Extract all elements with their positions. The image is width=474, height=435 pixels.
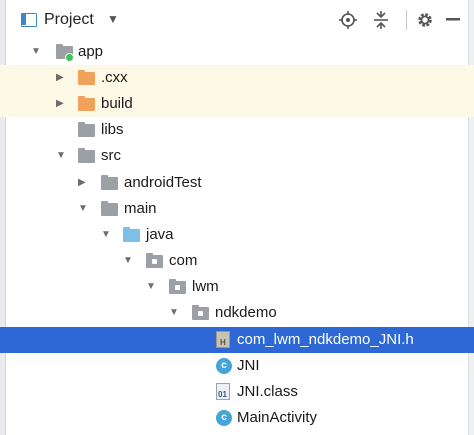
tree-item-label: JNI.class: [237, 383, 298, 400]
chevron-right-icon[interactable]: ▶: [56, 71, 68, 85]
folder-icon: [101, 201, 118, 216]
hide-icon[interactable]: [442, 9, 464, 31]
tree-item-com-lwm-ndkdemo-jni-h[interactable]: Hcom_lwm_ndkdemo_JNI.h: [0, 327, 474, 353]
class-icon: c: [216, 358, 232, 374]
chevron-down-icon[interactable]: ▼: [56, 149, 68, 163]
chevron-down-icon[interactable]: ▼: [31, 45, 43, 59]
project-toolbar: Project ▼: [6, 0, 468, 40]
package-icon: [192, 305, 209, 320]
class-file-icon: 01: [216, 383, 230, 400]
gear-icon[interactable]: [414, 9, 436, 31]
chevron-down-icon[interactable]: ▼: [123, 254, 135, 268]
chevron-down-icon[interactable]: ▼: [146, 280, 158, 294]
tree-item-label: ndkdemo: [215, 304, 277, 321]
chevron-down-icon[interactable]: ▼: [107, 12, 119, 26]
tree-item-ndkdemo[interactable]: ▼ ndkdemo: [0, 300, 474, 326]
class-icon: c: [216, 410, 232, 426]
tree-item-label: com_lwm_ndkdemo_JNI.h: [237, 331, 414, 348]
folder-icon: [78, 148, 95, 163]
locate-icon[interactable]: [337, 9, 359, 31]
toolbar-separator: [406, 10, 407, 30]
tree-item-label: build: [101, 95, 133, 112]
chevron-down-icon[interactable]: ▼: [101, 228, 113, 242]
tree-item-label: java: [146, 226, 174, 243]
orange-folder-icon: [78, 70, 95, 85]
tree-item-label: src: [101, 147, 121, 164]
tree-item-label: androidTest: [124, 174, 202, 191]
tree-item-java[interactable]: ▼ java: [0, 222, 474, 248]
folder-icon: [78, 122, 95, 137]
chevron-right-icon[interactable]: ▶: [56, 97, 68, 111]
package-icon: [169, 279, 186, 294]
tree-item-cxx[interactable]: ▶ .cxx: [0, 65, 474, 91]
chevron-down-icon[interactable]: ▼: [78, 202, 90, 216]
tree-item-jni-class[interactable]: 01 JNI.class: [0, 379, 474, 405]
project-window-icon: [21, 13, 37, 27]
header-file-icon: H: [216, 331, 230, 348]
tree-item-com[interactable]: ▼ com: [0, 248, 474, 274]
tree-item-label: .cxx: [101, 69, 128, 86]
source-folder-icon: [123, 227, 140, 242]
collapse-all-icon[interactable]: [370, 9, 392, 31]
tree-item-label: MainActivity: [237, 409, 318, 426]
tree-item-main[interactable]: ▼ main: [0, 196, 474, 222]
tree-item-lwm[interactable]: ▼ lwm: [0, 274, 474, 300]
tree-item-label: com: [169, 252, 198, 269]
tree-item-label: libs: [101, 121, 124, 138]
tree-item-label: app: [78, 43, 104, 60]
tree-item-androidtest[interactable]: ▶ androidTest: [0, 170, 474, 196]
tree-item-src[interactable]: ▼ src: [0, 143, 474, 169]
folder-icon: [101, 175, 118, 190]
project-view-title[interactable]: Project: [44, 11, 94, 29]
tree-item-label: JNI: [237, 357, 260, 374]
chevron-right-icon[interactable]: ▶: [78, 176, 90, 190]
tree-item-jni[interactable]: c JNI: [0, 353, 474, 379]
tree-item-mainactivity[interactable]: c MainActivity: [0, 405, 474, 431]
tree-item-libs[interactable]: libs: [0, 117, 474, 143]
package-icon: [146, 253, 163, 268]
chevron-down-icon[interactable]: ▼: [169, 306, 181, 320]
tree-item-label: main: [124, 200, 157, 217]
tree-item-label: lwm: [192, 278, 219, 295]
module-folder-icon: [56, 44, 74, 62]
orange-folder-icon: [78, 96, 95, 111]
tree-item-app[interactable]: ▼ app: [0, 39, 474, 65]
tree-item-build[interactable]: ▶ build: [0, 91, 474, 117]
